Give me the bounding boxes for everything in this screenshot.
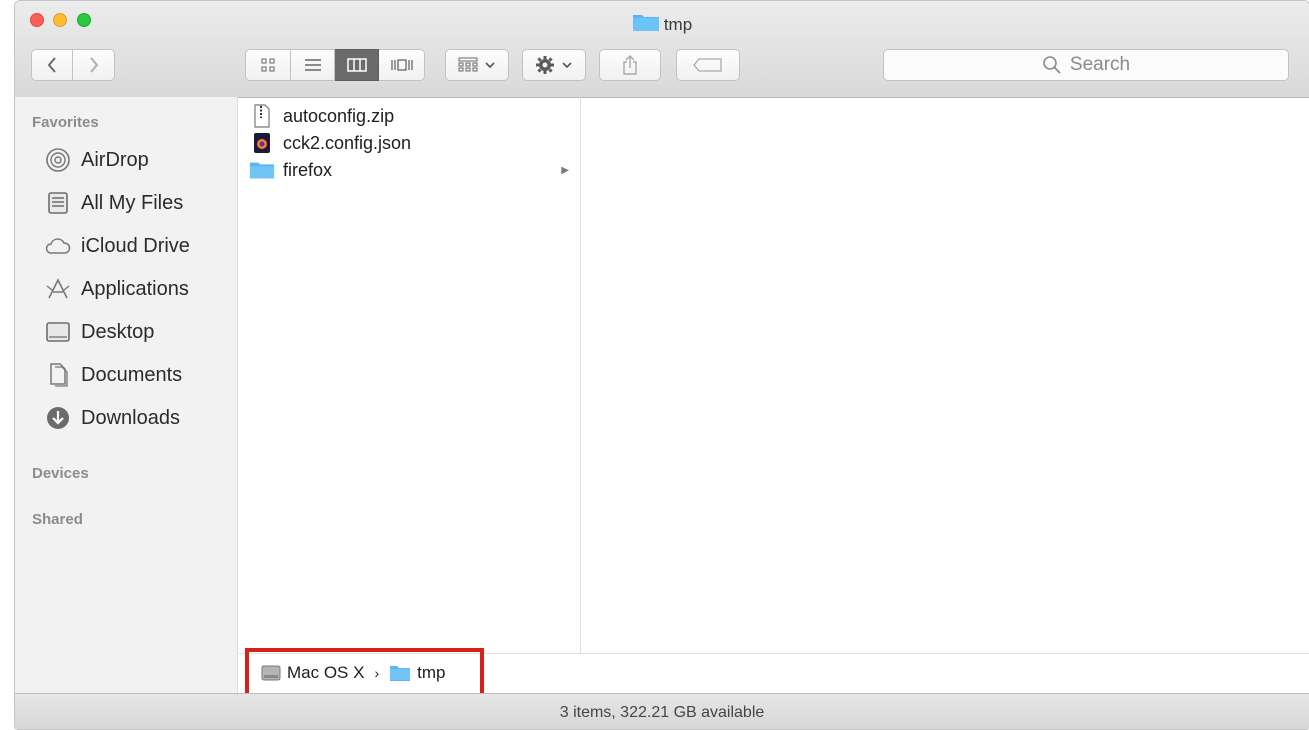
share-icon xyxy=(623,55,637,75)
list-icon xyxy=(304,59,321,71)
breadcrumb-separator-icon: › xyxy=(374,665,380,681)
sidebar-item-desktop[interactable]: Desktop xyxy=(45,317,154,347)
favorites-header: Favorites xyxy=(32,114,99,131)
chevron-down-icon xyxy=(485,62,495,69)
airdrop-icon xyxy=(45,147,71,173)
breadcrumb-volume[interactable]: Mac OS X xyxy=(287,663,364,683)
breadcrumb: Mac OS X › tmp xyxy=(261,663,445,683)
titlebar: tmp Search xyxy=(15,1,1309,98)
breadcrumb-folder[interactable]: tmp xyxy=(417,663,445,683)
window-title: tmp xyxy=(15,12,1309,34)
folder-icon xyxy=(389,664,411,682)
chevron-down-icon xyxy=(562,62,572,69)
documents-icon xyxy=(45,362,71,388)
desktop-icon xyxy=(45,319,71,345)
columns-icon xyxy=(346,58,367,72)
sidebar-item-documents[interactable]: Documents xyxy=(45,360,182,390)
arrange-grid-icon xyxy=(458,57,478,72)
file-name: autoconfig.zip xyxy=(283,105,395,126)
sidebar-item-applications[interactable]: Applications xyxy=(45,274,189,304)
gear-icon xyxy=(536,56,554,74)
finder-window: tmp Search Favorites AirDrop All My File… xyxy=(14,0,1309,730)
back-button[interactable] xyxy=(31,49,73,81)
cover-flow-button[interactable] xyxy=(379,49,425,81)
action-button[interactable] xyxy=(522,49,586,81)
chevron-right-icon xyxy=(89,57,98,73)
cloud-icon xyxy=(45,233,71,259)
tag-icon xyxy=(693,58,722,72)
chevron-left-icon xyxy=(47,57,56,73)
icon-view-button[interactable] xyxy=(245,49,291,81)
view-mode-control xyxy=(245,49,425,81)
search-field[interactable]: Search xyxy=(883,49,1289,81)
list-view-button[interactable] xyxy=(291,49,335,81)
sidebar-item-label: All My Files xyxy=(81,191,184,214)
sidebar-item-icloud-drive[interactable]: iCloud Drive xyxy=(45,231,190,261)
tags-button[interactable] xyxy=(676,49,740,81)
sidebar-item-label: iCloud Drive xyxy=(81,234,190,257)
window-title-text: tmp xyxy=(663,15,693,34)
forward-button[interactable] xyxy=(73,49,115,81)
status-bar: 3 items, 322.21 GB available xyxy=(15,693,1309,729)
sidebar-item-label: Applications xyxy=(81,277,189,300)
hard-drive-icon xyxy=(261,663,281,683)
sidebar-item-label: Downloads xyxy=(81,406,180,429)
sidebar-item-downloads[interactable]: Downloads xyxy=(45,403,180,433)
file-name: cck2.config.json xyxy=(283,132,412,153)
cover-flow-icon xyxy=(390,59,413,71)
folder-icon xyxy=(249,157,275,183)
file-row-cck2-config-json[interactable]: cck2.config.json xyxy=(249,130,569,156)
firefox-json-icon xyxy=(249,130,275,156)
sidebar-item-label: AirDrop xyxy=(81,148,149,171)
search-icon xyxy=(1043,56,1061,74)
sidebar-item-label: Documents xyxy=(81,363,183,386)
file-row-autoconfig-zip[interactable]: autoconfig.zip xyxy=(249,103,569,129)
downloads-icon xyxy=(45,405,71,431)
column-view-button[interactable] xyxy=(335,49,379,81)
file-column: autoconfig.zip cck2.config.json firefox … xyxy=(239,97,581,653)
disclosure-arrow-icon: ▶ xyxy=(561,164,569,176)
sidebar: Favorites AirDrop All My Files iCloud Dr… xyxy=(15,97,238,693)
file-name: firefox xyxy=(283,159,333,180)
devices-header: Devices xyxy=(32,465,89,482)
file-row-firefox-folder[interactable]: firefox ▶ xyxy=(249,157,569,183)
zip-file-icon xyxy=(249,103,275,129)
all-files-icon xyxy=(45,190,71,216)
arrange-button[interactable] xyxy=(445,49,509,81)
search-placeholder: Search xyxy=(1069,54,1131,75)
nav-buttons xyxy=(31,49,115,81)
folder-icon xyxy=(632,12,660,38)
sidebar-item-airdrop[interactable]: AirDrop xyxy=(45,145,149,175)
path-bar: Mac OS X › tmp xyxy=(239,648,1309,698)
sidebar-item-all-my-files[interactable]: All My Files xyxy=(45,188,183,218)
sidebar-item-label: Desktop xyxy=(81,320,155,343)
shared-header: Shared xyxy=(32,511,83,528)
applications-icon xyxy=(45,276,71,302)
share-button[interactable] xyxy=(599,49,661,81)
icon-grid-icon xyxy=(261,58,275,72)
